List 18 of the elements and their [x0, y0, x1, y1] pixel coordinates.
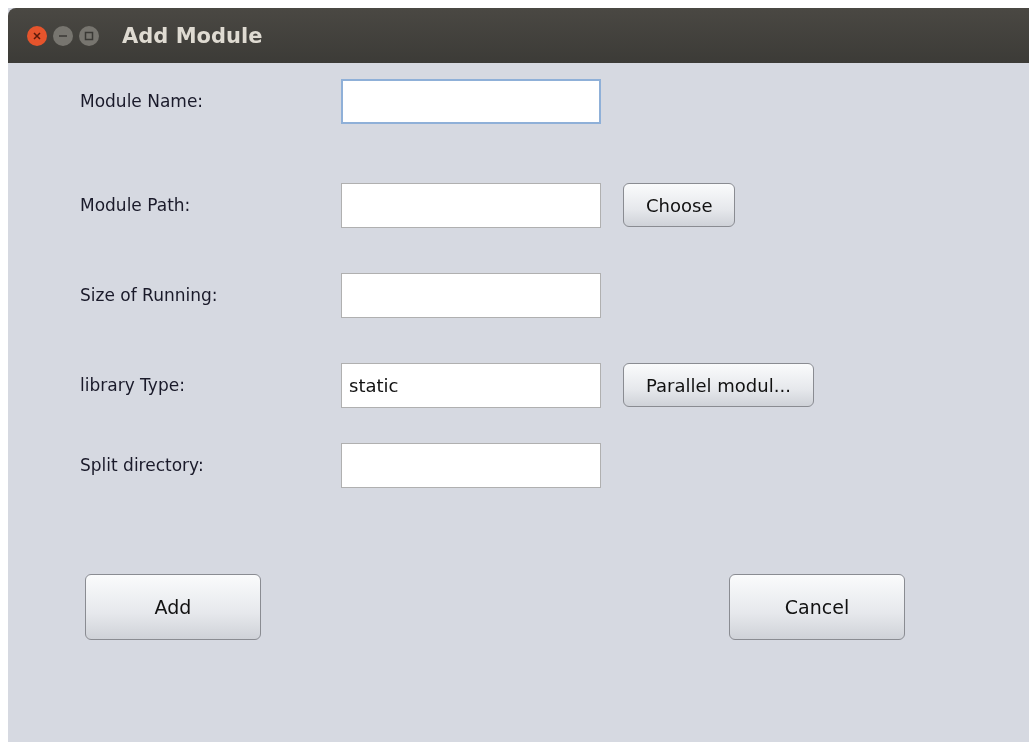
minimize-icon[interactable]	[52, 24, 74, 47]
close-icon[interactable]	[26, 24, 48, 47]
field-label: Module Name:	[80, 91, 205, 111]
field-label: library Type:	[80, 375, 186, 395]
input-field[interactable]	[341, 272, 601, 318]
window-title: Add Module	[122, 23, 263, 48]
field-label: Module Path:	[80, 195, 192, 215]
field-label: Size of Running:	[80, 285, 219, 305]
input-field[interactable]	[341, 182, 601, 228]
input-field[interactable]	[341, 442, 601, 488]
field-label: Split directory:	[80, 455, 205, 475]
add-button[interactable]: Add	[85, 574, 261, 640]
side-button[interactable]: Choose	[623, 183, 736, 227]
input-field[interactable]: static	[341, 362, 601, 408]
input-field[interactable]	[341, 78, 601, 124]
maximize-icon[interactable]	[78, 24, 100, 47]
side-button[interactable]: Parallel modul...	[623, 363, 814, 407]
cancel-button[interactable]: Cancel	[729, 574, 905, 640]
